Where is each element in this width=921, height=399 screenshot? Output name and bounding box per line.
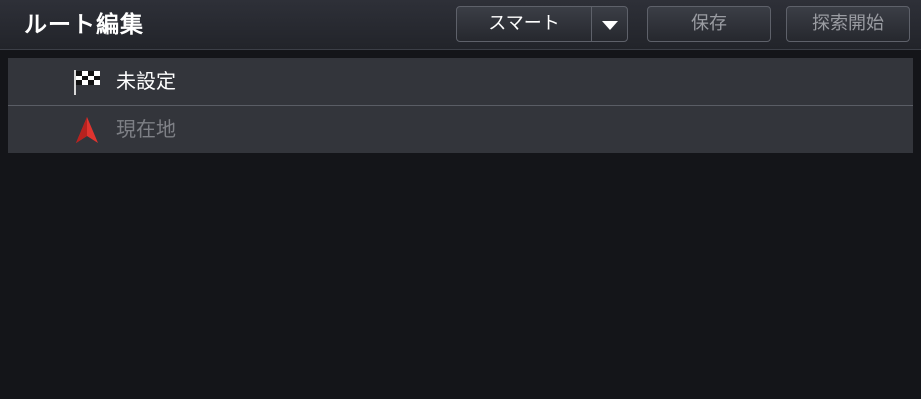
route-item-label: 現在地 xyxy=(116,117,176,141)
route-item-current-location[interactable]: 現在地 xyxy=(8,106,913,153)
route-item-label: 未設定 xyxy=(116,69,176,93)
current-location-arrow-icon xyxy=(76,117,98,143)
route-item-destination[interactable]: 未設定 xyxy=(8,58,913,106)
route-mode-button[interactable]: スマート xyxy=(456,6,592,42)
page-title: ルート編集 xyxy=(24,12,144,38)
chevron-down-icon xyxy=(602,21,618,30)
checkered-flag-icon xyxy=(74,70,100,95)
route-mode-dropdown-button[interactable] xyxy=(591,6,628,42)
start-search-button[interactable]: 探索開始 xyxy=(786,6,910,42)
route-list: 未設定 現在地 xyxy=(8,58,913,153)
header-bar: ルート編集 スマート 保存 探索開始 xyxy=(0,0,921,50)
save-button[interactable]: 保存 xyxy=(647,6,771,42)
